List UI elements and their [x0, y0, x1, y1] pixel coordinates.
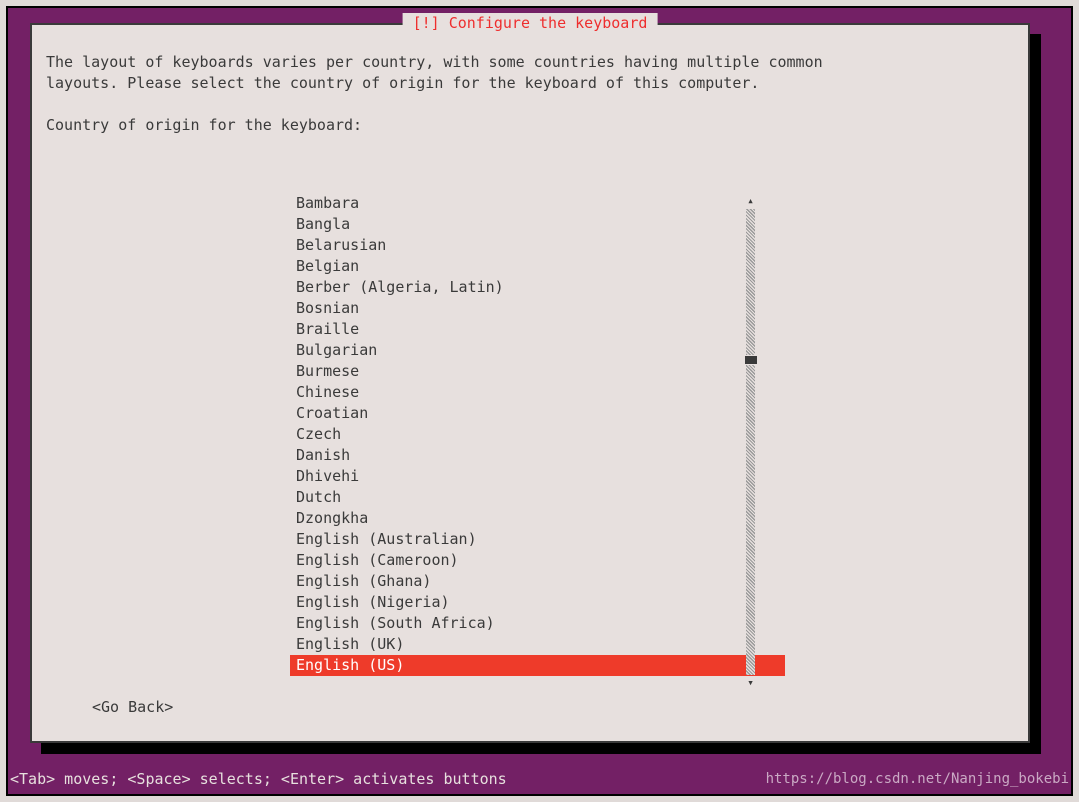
list-item[interactable]: Czech [290, 424, 785, 445]
list-item[interactable]: English (UK) [290, 634, 785, 655]
installer-frame: [!] Configure the keyboard The layout of… [6, 6, 1073, 796]
title-text: [!] Configure the keyboard [413, 14, 648, 32]
country-list[interactable]: BambaraBanglaBelarusianBelgianBerber (Al… [290, 193, 785, 676]
list-item[interactable]: Bambara [290, 193, 785, 214]
list-item[interactable]: Dhivehi [290, 466, 785, 487]
list-item[interactable]: Belgian [290, 256, 785, 277]
list-item[interactable]: Berber (Algeria, Latin) [290, 277, 785, 298]
list-item[interactable]: English (US) [290, 655, 785, 676]
list-item[interactable]: Bosnian [290, 298, 785, 319]
list-scrollbar[interactable]: ▴ ▾ [746, 193, 755, 691]
list-item[interactable]: English (Ghana) [290, 571, 785, 592]
hint-bar: <Tab> moves; <Space> selects; <Enter> ac… [8, 769, 1071, 790]
list-item[interactable]: English (Nigeria) [290, 592, 785, 613]
list-item[interactable]: Danish [290, 445, 785, 466]
list-item[interactable]: Dzongkha [290, 508, 785, 529]
list-item[interactable]: Bangla [290, 214, 785, 235]
list-item[interactable]: English (Australian) [290, 529, 785, 550]
go-back-button[interactable]: <Go Back> [92, 697, 173, 718]
scroll-down-icon[interactable]: ▾ [746, 675, 755, 691]
scroll-up-icon[interactable]: ▴ [746, 193, 755, 209]
list-item[interactable]: Dutch [290, 487, 785, 508]
prompt-label: Country of origin for the keyboard: [32, 94, 1028, 136]
list-item[interactable]: English (Cameroon) [290, 550, 785, 571]
list-item[interactable]: Braille [290, 319, 785, 340]
list-item[interactable]: Belarusian [290, 235, 785, 256]
key-hints: <Tab> moves; <Space> selects; <Enter> ac… [10, 769, 507, 790]
scroll-thumb[interactable] [745, 356, 757, 364]
list-item[interactable]: Croatian [290, 403, 785, 424]
keyboard-config-dialog: [!] Configure the keyboard The layout of… [30, 23, 1030, 743]
dialog-title: [!] Configure the keyboard [403, 13, 658, 34]
watermark-text: https://blog.csdn.net/Nanjing_bokebi [766, 769, 1069, 790]
dialog-description: The layout of keyboards varies per count… [32, 25, 1028, 94]
list-item[interactable]: English (South Africa) [290, 613, 785, 634]
scroll-track-upper[interactable] [746, 209, 755, 355]
list-item[interactable]: Burmese [290, 361, 785, 382]
list-item[interactable]: Chinese [290, 382, 785, 403]
content-area: [!] Configure the keyboard The layout of… [30, 23, 1049, 760]
list-item[interactable]: Bulgarian [290, 340, 785, 361]
scroll-track-lower[interactable] [746, 365, 755, 675]
